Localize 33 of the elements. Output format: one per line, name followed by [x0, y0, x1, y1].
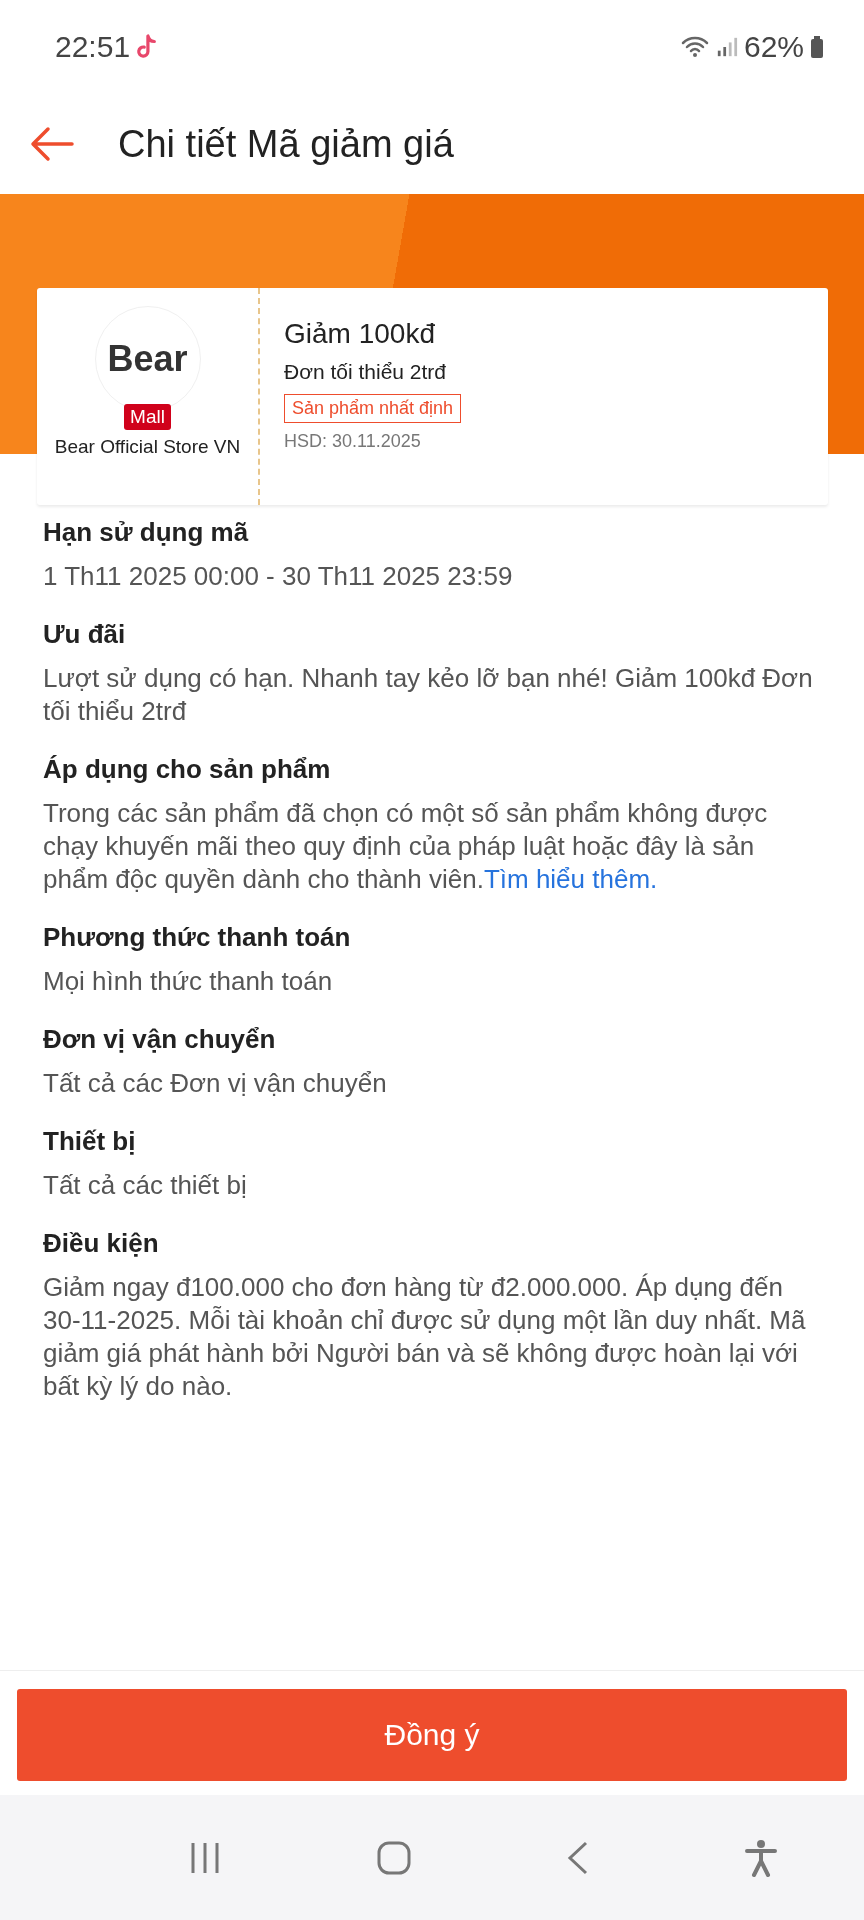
- minimum-order: Đơn tối thiểu 2trđ: [284, 360, 447, 384]
- section-heading: Ưu đãi: [43, 619, 127, 650]
- section-heading: Điều kiện: [43, 1228, 160, 1259]
- back-icon[interactable]: [565, 1840, 590, 1875]
- section-text: Trong các sản phẩm đã chọn có một số sản phẩm không được chạy khuyến mãi theo quy định của pháp luật hoặc đây là sản phẩm độc quyền dành cho thành viên.Tìm hiểu thêm.: [43, 797, 769, 896]
- battery-percent: 62%: [743, 30, 804, 64]
- section-text: Tất cả các Đơn vị vận chuyển: [43, 1067, 388, 1100]
- mall-badge: Mall: [124, 404, 171, 430]
- product-tag: Sản phẩm nhất định: [284, 394, 462, 423]
- section-heading: Áp dụng cho sản phẩm: [43, 754, 332, 785]
- page-title: Chi tiết Mã giảm giá: [118, 122, 454, 166]
- agree-button[interactable]: Đồng ý: [17, 1689, 847, 1781]
- home-icon[interactable]: [376, 1840, 411, 1875]
- music-note-icon: [136, 34, 159, 60]
- section-text: Mọi hình thức thanh toán: [43, 965, 334, 998]
- section-heading: Thiết bị: [43, 1126, 137, 1157]
- shop-name: Bear Official Store VN: [53, 435, 242, 459]
- voucher-title: Giảm 100kđ: [284, 318, 435, 350]
- wifi-icon: [679, 35, 710, 59]
- section-text: Lượt sử dụng có hạn. Nhanh tay kẻo lỡ bạn nhé! Giảm 100kđ Đơn tối thiểu 2trđ: [43, 662, 814, 728]
- section-heading: Hạn sử dụng mã: [43, 517, 250, 548]
- battery-icon: [810, 35, 824, 59]
- section-heading: Phương thức thanh toán: [43, 922, 352, 953]
- signal-icon: [715, 35, 738, 59]
- expiry-date: HSD: 30.11.2025: [284, 431, 421, 452]
- status-time: 22:51: [55, 30, 131, 64]
- learn-more-link[interactable]: Tìm hiểu thêm.: [483, 864, 658, 894]
- section-text: 1 Th11 2025 00:00 - 30 Th11 2025 23:59: [43, 560, 514, 593]
- section-text: Tất cả các thiết bị: [43, 1169, 248, 1202]
- section-text: Giảm ngay đ100.000 cho đơn hàng từ đ2.000.000. Áp dụng đến 30-11-2025. Mỗi tài khoản chỉ được sử dụng một lần duy nhất. Mã giảm giá phát hành bởi Người bán và sẽ không được hoàn lại với bất kỳ lý do nào.: [43, 1271, 807, 1403]
- section-heading: Đơn vị vận chuyển: [43, 1024, 277, 1055]
- accessibility-icon[interactable]: [744, 1838, 777, 1877]
- back-arrow-icon[interactable]: [30, 126, 74, 162]
